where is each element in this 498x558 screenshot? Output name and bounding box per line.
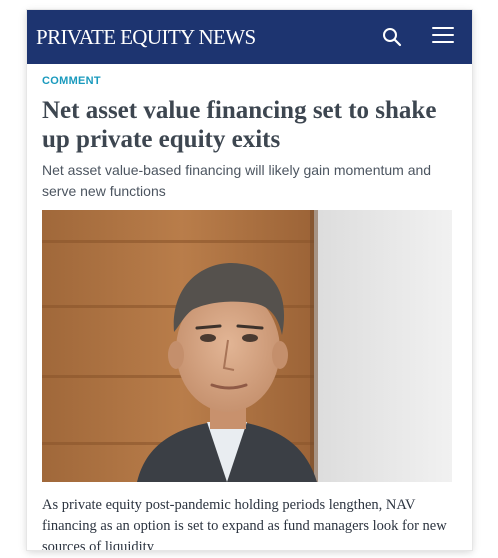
browser-viewport: PRIVATE EQUITY NEWS COMMENT Net asset va… [27, 10, 472, 550]
search-button[interactable] [381, 26, 403, 48]
site-logo[interactable]: PRIVATE EQUITY NEWS [36, 25, 256, 50]
site-header: PRIVATE EQUITY NEWS [27, 10, 472, 64]
article-photo [42, 210, 452, 482]
article-headline: Net asset value financing set to shake u… [42, 97, 437, 153]
menu-line [432, 34, 454, 36]
menu-line [432, 27, 454, 29]
menu-line [432, 41, 454, 43]
portrait-photo [42, 210, 452, 482]
article-body: As private equity post-pandemic holding … [42, 497, 447, 550]
search-icon [383, 28, 402, 47]
hamburger-menu-icon [432, 27, 454, 43]
article-standfirst: Net asset value-based financing will lik… [42, 162, 432, 199]
menu-button[interactable] [432, 27, 454, 47]
section-label[interactable]: COMMENT [42, 75, 101, 87]
